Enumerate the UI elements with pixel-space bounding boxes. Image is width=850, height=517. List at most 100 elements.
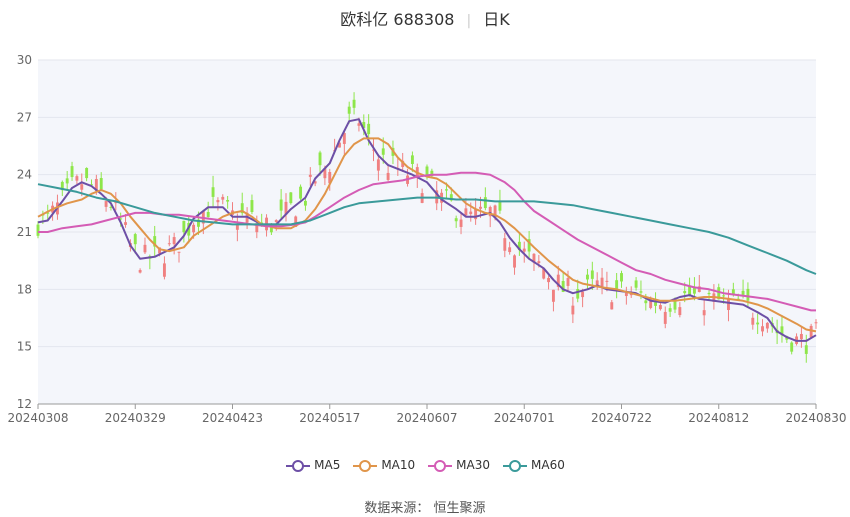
candle-body xyxy=(537,261,541,264)
candle-body xyxy=(678,307,682,316)
candle-body xyxy=(765,322,769,329)
candle-body xyxy=(551,289,555,302)
data-source: 数据来源： 恒生聚源 xyxy=(364,501,486,516)
candle-body xyxy=(761,326,764,332)
y-tick-label: 27 xyxy=(17,110,32,124)
candle-body xyxy=(318,152,322,166)
x-tick-label: 20240812 xyxy=(688,411,749,425)
candle-body xyxy=(464,208,468,216)
candle-body xyxy=(722,295,726,297)
y-tick-label: 18 xyxy=(17,282,32,296)
y-tick-label: 12 xyxy=(17,397,32,411)
candle-body xyxy=(586,274,589,280)
candle-body xyxy=(707,292,711,295)
candle-body xyxy=(104,201,108,207)
candle-body xyxy=(590,270,594,279)
legend-label: MA30 xyxy=(456,458,491,472)
x-tick-label: 20240423 xyxy=(202,411,263,425)
legend-label: MA60 xyxy=(531,458,565,472)
candle-body xyxy=(65,178,69,184)
candle-body xyxy=(522,248,526,252)
x-tick-label: 20240308 xyxy=(7,411,68,425)
candle-body xyxy=(226,200,230,202)
candle-body xyxy=(804,345,808,354)
x-axis: 20240308 20240329 20240423 20240517 20240607… xyxy=(7,403,847,425)
legend: MA5 MA10 MA30 MA60 xyxy=(0,458,850,473)
candle-body xyxy=(624,292,628,297)
candle-body xyxy=(639,291,643,293)
candle-body xyxy=(634,280,638,288)
candle-body xyxy=(663,311,667,324)
candle-body xyxy=(172,237,176,245)
candle-body xyxy=(790,342,794,352)
x-tick-label: 20240830 xyxy=(785,411,846,425)
candle-body xyxy=(469,211,473,215)
legend-marker-icon xyxy=(286,459,311,472)
legend-label: MA5 xyxy=(314,458,341,472)
candle-body xyxy=(658,305,662,310)
candle-body xyxy=(454,218,458,222)
candle-body xyxy=(177,251,181,253)
candle-body xyxy=(99,178,103,190)
candle-body xyxy=(124,222,127,225)
candle-body xyxy=(814,322,818,324)
legend-label: MA10 xyxy=(381,458,416,472)
candle-body xyxy=(250,200,254,212)
candle-body xyxy=(376,159,380,171)
candle-body xyxy=(85,167,89,179)
candle-body xyxy=(206,212,210,218)
candle-body xyxy=(133,234,137,245)
x-tick-label: 20240517 xyxy=(299,411,360,425)
y-tick-label: 21 xyxy=(17,225,32,239)
candle-body xyxy=(605,280,609,282)
candle-body xyxy=(347,106,351,114)
legend-item-ma30[interactable]: MA30 xyxy=(427,458,490,473)
x-tick-label: 20240329 xyxy=(105,411,166,425)
candle-body xyxy=(751,317,755,325)
candle-body xyxy=(508,247,512,253)
candle-body xyxy=(274,220,278,222)
legend-item-ma5[interactable]: MA5 xyxy=(285,458,340,473)
candle-body xyxy=(483,197,487,209)
candle-body xyxy=(683,291,687,294)
legend-marker-icon xyxy=(353,459,378,472)
legend-item-ma60[interactable]: MA60 xyxy=(502,458,565,473)
y-tick-label: 24 xyxy=(17,168,32,182)
candle-body xyxy=(566,278,570,286)
candle-body xyxy=(75,176,79,181)
candle-body xyxy=(459,219,463,227)
candle-body xyxy=(610,302,614,310)
candle-body xyxy=(445,189,448,191)
candle-body xyxy=(702,310,706,316)
candle-body xyxy=(70,166,74,178)
candle-body xyxy=(513,255,516,268)
y-axis: 12 15 18 21 24 27 30 xyxy=(17,53,32,411)
candle-body xyxy=(673,300,677,310)
candle-body xyxy=(654,302,657,306)
candle-body xyxy=(644,300,648,304)
x-tick-label: 20240701 xyxy=(494,411,555,425)
candle-body xyxy=(620,273,623,282)
candle-body xyxy=(138,270,142,273)
candle-body xyxy=(581,291,585,298)
legend-item-ma10[interactable]: MA10 xyxy=(352,458,415,473)
y-tick-label: 30 xyxy=(17,53,32,67)
candle-body xyxy=(36,224,40,236)
candle-body xyxy=(746,288,750,301)
candle-body xyxy=(221,196,225,200)
candle-body xyxy=(162,263,166,277)
x-tick-label: 20240722 xyxy=(591,411,652,425)
candle-body xyxy=(182,220,186,233)
candle-body xyxy=(299,186,303,199)
candle-body xyxy=(80,184,84,190)
kline-chart: 12151821242730 20240308 20240329 20240423 2… xyxy=(7,53,847,425)
candle-body xyxy=(799,333,803,340)
candle-body xyxy=(167,243,171,245)
candle-body xyxy=(576,289,580,299)
candle-body xyxy=(289,192,293,204)
candle-body xyxy=(571,305,575,315)
candle-body xyxy=(410,155,414,164)
x-tick-label: 20240607 xyxy=(396,411,457,425)
y-tick-label: 15 xyxy=(17,340,32,354)
candle-body xyxy=(386,172,390,180)
